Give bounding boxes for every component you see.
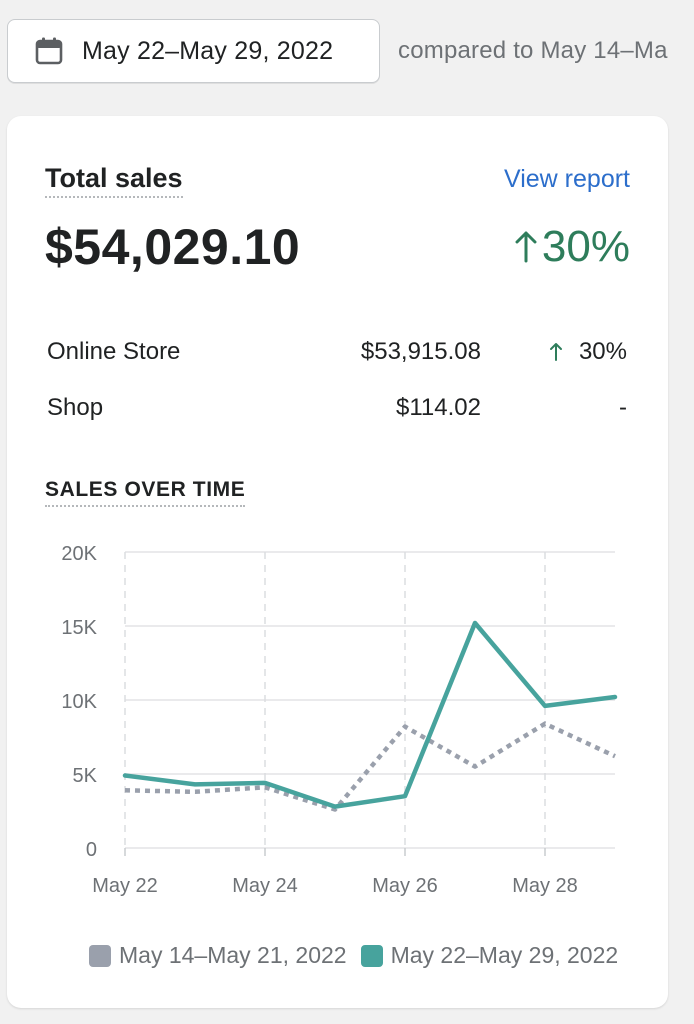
- date-range-button[interactable]: May 22–May 29, 2022: [7, 19, 380, 83]
- x-tick-label: May 22: [92, 875, 158, 897]
- legend-item-previous: May 14–May 21, 2022: [89, 942, 347, 969]
- legend-label-previous: May 14–May 21, 2022: [119, 942, 347, 968]
- series-line-current: [122, 620, 618, 809]
- legend-label-current: May 22–May 29, 2022: [390, 942, 619, 968]
- date-range-label: May 22–May 29, 2022: [82, 36, 334, 65]
- sales-over-time-chart: 20K 15K 10K 5K 0 May 22 May 24 May 26 May 28: [61, 543, 618, 897]
- y-tick-label: 0: [86, 839, 97, 861]
- x-tick-label: May 24: [232, 875, 298, 897]
- total-sales-card: Total sales View report $54,029.10 30% O…: [7, 116, 668, 1008]
- y-tick-label: 5K: [73, 765, 98, 787]
- y-tick-label: 20K: [61, 543, 97, 565]
- chart-legend: May 14–May 21, 2022 May 22–May 29, 2022: [89, 942, 632, 969]
- legend-item-current: May 22–May 29, 2022: [360, 942, 619, 969]
- x-tick-label: May 26: [372, 875, 438, 897]
- y-tick-label: 10K: [61, 691, 97, 713]
- x-tick-label: May 28: [512, 875, 578, 897]
- series-line-previous: [124, 721, 616, 812]
- calendar-icon: [34, 36, 64, 66]
- legend-swatch-previous: [89, 944, 111, 967]
- y-tick-label: 15K: [61, 617, 97, 639]
- comparison-text: compared to May 14–Ma: [398, 37, 668, 64]
- legend-swatch-current: [360, 944, 383, 967]
